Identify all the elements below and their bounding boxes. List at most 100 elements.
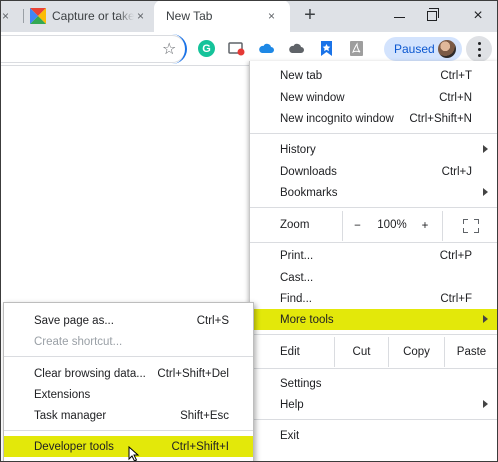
- restore-icon: [427, 8, 439, 21]
- menu-item-label: Exit: [280, 429, 300, 442]
- close-icon[interactable]: ×: [137, 9, 144, 23]
- menu-divider: [250, 133, 498, 134]
- menu-item-label: History: [280, 143, 316, 156]
- bookmark-extension-icon[interactable]: [318, 40, 335, 57]
- menu-divider: [4, 430, 253, 431]
- menu-item-label: Extensions: [34, 388, 91, 401]
- mouse-cursor-icon: [128, 446, 140, 462]
- chrome-menu: New tab Ctrl+T New window Ctrl+N New inc…: [249, 61, 498, 462]
- submenu-arrow-icon: [483, 315, 488, 323]
- close-icon[interactable]: ×: [2, 9, 9, 23]
- menu-divider: [250, 207, 498, 208]
- menu-item-shortcut: Ctrl+Shift+Del: [157, 367, 229, 380]
- close-window-button[interactable]: ×: [458, 0, 498, 32]
- menu-item-label: New incognito window: [280, 112, 394, 125]
- tab-capture[interactable]: Capture or take ×: [24, 0, 154, 32]
- zoom-level: 100%: [377, 219, 407, 231]
- minimize-icon: [393, 16, 405, 18]
- menu-item-bookmarks[interactable]: Bookmarks: [250, 182, 498, 203]
- cut-button[interactable]: Cut: [334, 337, 388, 367]
- avatar: [438, 40, 456, 58]
- bookmark-star-icon[interactable]: ☆: [162, 39, 176, 59]
- menu-item-settings[interactable]: Settings: [250, 373, 498, 394]
- cloud-extension-icon[interactable]: [258, 40, 275, 57]
- menu-item-cast[interactable]: Cast...: [250, 267, 498, 288]
- menu-item-shortcut: Ctrl+F: [440, 292, 472, 305]
- menu-item-downloads[interactable]: Downloads Ctrl+J: [250, 161, 498, 182]
- tab-title: Capture or take: [52, 9, 134, 23]
- menu-item-shortcut: Ctrl+S: [196, 314, 229, 327]
- menu-item-more-tools[interactable]: More tools: [250, 309, 498, 330]
- menu-item-label: Print...: [280, 249, 314, 262]
- edit-label: Edit: [280, 346, 300, 358]
- kebab-dot-icon: [477, 41, 481, 45]
- menu-divider: [250, 334, 498, 335]
- submenu-arrow-icon: [483, 400, 488, 408]
- submenu-arrow-icon: [483, 145, 488, 153]
- menu-zoom-row: Zoom − 100% +: [250, 211, 498, 241]
- menu-item-shortcut: Ctrl+T: [440, 69, 472, 82]
- menu-item-label: More tools: [280, 313, 334, 326]
- tab-new-tab[interactable]: New Tab ×: [154, 0, 290, 33]
- menu-item-shortcut: Ctrl+Shift+N: [409, 112, 472, 125]
- menu-item-help[interactable]: Help: [250, 394, 498, 415]
- menu-item-label: Help: [280, 398, 304, 411]
- zoom-out-button[interactable]: −: [342, 211, 372, 241]
- menu-edit-row: Edit Cut Copy Paste: [250, 337, 498, 367]
- grammarly-extension-icon[interactable]: G: [198, 40, 215, 57]
- menu-item-find[interactable]: Find... Ctrl+F: [250, 288, 498, 309]
- menu-item-label: Clear browsing data...: [34, 367, 146, 380]
- submenu-arrow-icon: [483, 188, 488, 196]
- menu-item-label: New window: [280, 91, 345, 104]
- menu-item-history[interactable]: History: [250, 139, 498, 160]
- close-icon: ×: [473, 7, 483, 24]
- kebab-dot-icon: [477, 47, 481, 51]
- screencast-extension-icon[interactable]: [228, 40, 245, 57]
- menu-item-label: Downloads: [280, 165, 337, 178]
- menu-item-label: Task manager: [34, 409, 107, 422]
- menu-item-label: Bookmarks: [280, 186, 338, 199]
- close-icon[interactable]: ×: [268, 9, 275, 23]
- kebab-dot-icon: [477, 53, 481, 57]
- menu-divider: [250, 242, 498, 243]
- submenu-item-extensions[interactable]: Extensions: [4, 384, 253, 405]
- paste-button[interactable]: Paste: [444, 337, 498, 367]
- flag-favicon-icon: [30, 8, 46, 24]
- copy-button[interactable]: Copy: [388, 337, 444, 367]
- menu-item-exit[interactable]: Exit: [250, 425, 498, 446]
- new-tab-button[interactable]: +: [300, 5, 320, 25]
- menu-item-label: Cast...: [280, 271, 314, 284]
- paused-label: Paused: [394, 42, 435, 56]
- menu-item-shortcut: Ctrl+P: [439, 249, 472, 262]
- zoom-label: Zoom: [280, 219, 310, 231]
- menu-divider: [4, 356, 253, 357]
- submenu-item-create-shortcut: Create shortcut...: [4, 331, 253, 352]
- zoom-in-button[interactable]: +: [412, 211, 438, 241]
- submenu-item-save-page[interactable]: Save page as... Ctrl+S: [4, 310, 253, 331]
- menu-divider: [250, 419, 498, 420]
- chrome-menu-button[interactable]: [466, 36, 492, 62]
- menu-item-label: Create shortcut...: [34, 335, 123, 348]
- menu-item-new-incognito[interactable]: New incognito window Ctrl+Shift+N: [250, 108, 498, 129]
- profile-paused-button[interactable]: Paused: [384, 37, 462, 61]
- menu-item-label: Find...: [280, 292, 312, 305]
- menu-item-new-window[interactable]: New window Ctrl+N: [250, 87, 498, 108]
- menu-item-shortcut: Ctrl+Shift+I: [171, 440, 229, 453]
- menu-item-new-tab[interactable]: New tab Ctrl+T: [250, 65, 498, 86]
- pdf-extension-icon[interactable]: [348, 40, 365, 57]
- menu-item-shortcut: Ctrl+J: [441, 165, 472, 178]
- cloud-dark-extension-icon[interactable]: [288, 40, 305, 57]
- submenu-item-clear-browsing-data[interactable]: Clear browsing data... Ctrl+Shift+Del: [4, 363, 253, 384]
- menu-item-label: New tab: [280, 69, 323, 82]
- tab-partial[interactable]: ×: [0, 0, 24, 32]
- address-bar[interactable]: [0, 34, 187, 64]
- menu-item-shortcut: Shift+Esc: [180, 409, 229, 422]
- submenu-item-task-manager[interactable]: Task manager Shift+Esc: [4, 405, 253, 426]
- fullscreen-button[interactable]: [442, 211, 498, 241]
- menu-item-label: Developer tools: [34, 440, 114, 453]
- tab-strip: × Capture or take × New Tab × + ×: [0, 0, 498, 33]
- menu-item-print[interactable]: Print... Ctrl+P: [250, 245, 498, 266]
- more-tools-submenu: Save page as... Ctrl+S Create shortcut..…: [3, 302, 254, 462]
- restore-button[interactable]: [412, 0, 452, 32]
- fullscreen-icon: [463, 219, 479, 233]
